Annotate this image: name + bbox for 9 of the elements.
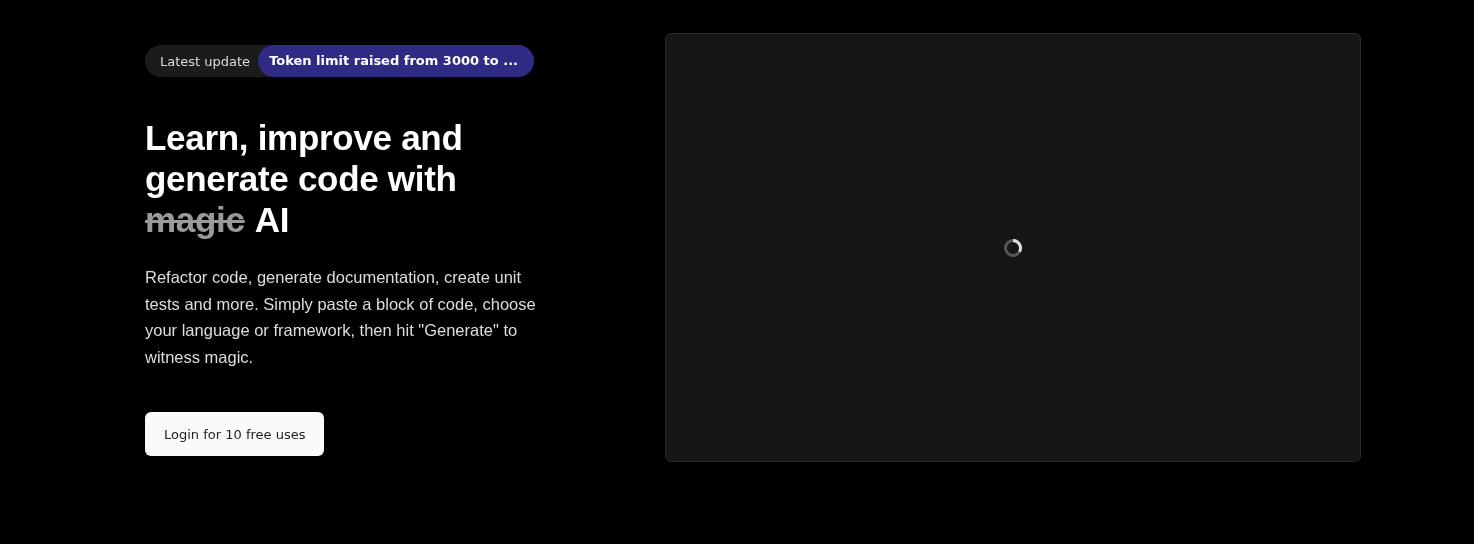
description: Refactor code, generate documentation, create unit tests and more. Simply paste a block of code, choose your language or framework, then hit "Generate" to witness magic. [145, 267, 537, 368]
update-message[interactable]: Token limit raised from 3000 to ... [258, 45, 535, 77]
struck-word: magic [145, 199, 245, 240]
login-button[interactable]: Login for 10 free uses [145, 412, 325, 456]
headline-line: Learn, improve and [145, 117, 463, 158]
headline-line: generate code with [145, 158, 457, 199]
update-label: Latest update [159, 53, 252, 69]
update-pill[interactable]: Latest update Token limit raised from 3000 to ... [145, 45, 535, 77]
headline-tail: AI [254, 199, 290, 240]
